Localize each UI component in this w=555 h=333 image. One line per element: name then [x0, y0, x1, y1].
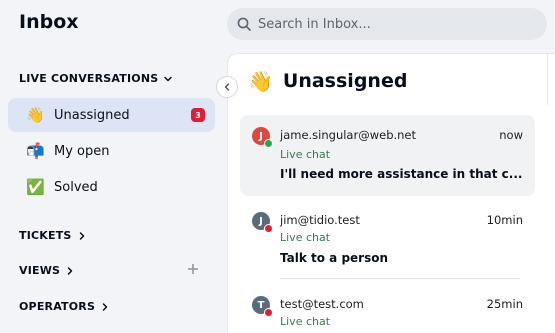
live-conversations-header[interactable]: LIVE CONVERSATIONS: [19, 72, 173, 85]
chevron-down-icon: [163, 74, 173, 84]
operators-label: OPERATORS: [19, 300, 96, 313]
avatar-initial: J: [259, 215, 263, 227]
avatar: T: [252, 296, 273, 317]
chevron-right-icon: [100, 302, 110, 312]
channel-label: Live chat: [280, 148, 331, 161]
mailbox-icon: 📬: [26, 141, 45, 160]
conversation-item[interactable]: J jame.singular@web.net now Live chat I'…: [240, 115, 535, 196]
search-icon: [236, 16, 252, 32]
search-placeholder: Search in Inbox...: [258, 16, 371, 32]
last-message: Talk to a person: [280, 251, 389, 265]
operators-header[interactable]: OPERATORS: [19, 300, 110, 313]
online-status-dot: [264, 139, 273, 148]
last-message: I'll need more assistance in that c...: [280, 167, 523, 181]
page-title: Inbox: [19, 11, 79, 33]
sidebar-item-label: Solved: [54, 179, 98, 195]
views-header[interactable]: VIEWS: [19, 264, 75, 277]
avatar: J: [252, 127, 273, 148]
conversation-time: now: [499, 128, 523, 142]
list-divider: [280, 278, 520, 279]
chevron-right-icon: [77, 231, 87, 241]
contact-email: test@test.com: [280, 297, 364, 311]
panel-title: 👋 Unassigned: [248, 70, 407, 92]
sidebar-item-unassigned[interactable]: 👋 Unassigned 3: [8, 98, 215, 132]
conversation-item[interactable]: T test@test.com 25min Live chat: [240, 284, 535, 333]
offline-status-dot: [264, 224, 273, 233]
sidebar-item-label: Unassigned: [54, 107, 130, 123]
sidebar-item-label: My open: [54, 143, 110, 159]
chevron-left-icon: [222, 82, 232, 92]
live-conversations-label: LIVE CONVERSATIONS: [19, 72, 159, 85]
chevron-right-icon: [65, 266, 75, 276]
contact-email: jame.singular@web.net: [280, 128, 417, 142]
wave-icon: 👋: [248, 69, 273, 93]
tickets-header[interactable]: TICKETS: [19, 229, 87, 242]
add-view-icon[interactable]: [187, 262, 199, 278]
avatar: J: [252, 212, 273, 233]
conversation-time: 25min: [486, 297, 523, 311]
avatar-initial: T: [257, 299, 265, 311]
collapse-sidebar-button[interactable]: [216, 76, 238, 98]
panel-divider: [547, 53, 548, 105]
channel-label: Live chat: [280, 231, 331, 244]
count-badge: 3: [191, 108, 205, 122]
sidebar-item-solved[interactable]: ✅ Solved: [8, 170, 215, 204]
channel-label: Live chat: [280, 315, 331, 328]
views-label: VIEWS: [19, 264, 61, 277]
check-icon: ✅: [26, 177, 45, 196]
offline-status-dot: [264, 308, 273, 317]
sidebar-item-my-open[interactable]: 📬 My open: [8, 134, 215, 168]
panel-title-text: Unassigned: [282, 70, 408, 92]
wave-icon: 👋: [26, 105, 45, 124]
tickets-label: TICKETS: [19, 229, 72, 242]
avatar-initial: J: [259, 130, 263, 142]
contact-email: jim@tidio.test: [280, 213, 360, 227]
conversation-time: 10min: [486, 213, 523, 227]
conversation-item[interactable]: J jim@tidio.test 10min Live chat Talk to…: [240, 200, 535, 278]
search-input[interactable]: Search in Inbox...: [227, 8, 547, 40]
